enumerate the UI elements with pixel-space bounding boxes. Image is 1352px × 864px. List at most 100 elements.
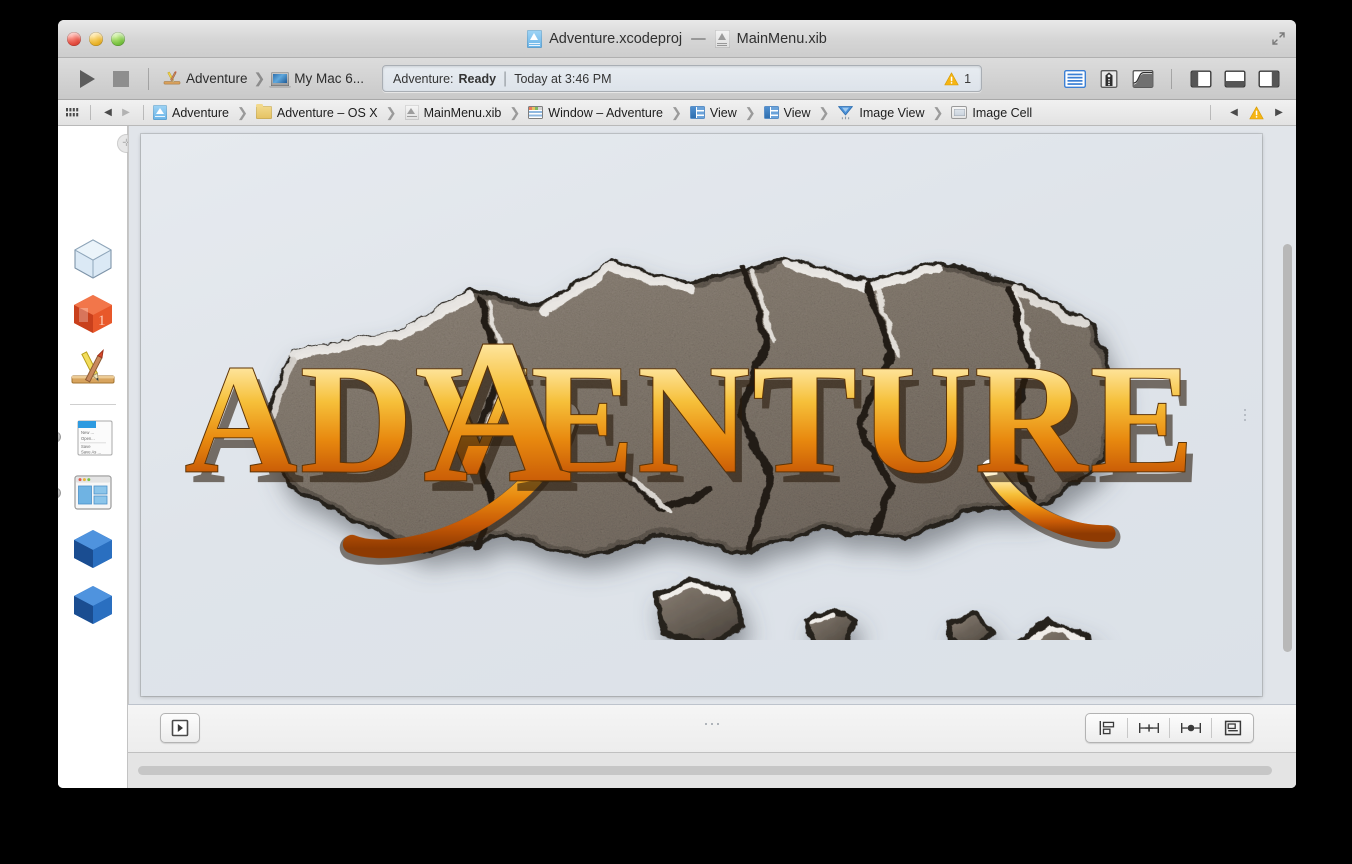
toolbar-divider — [148, 67, 149, 90]
mac-destination-icon — [269, 71, 292, 88]
xib-file-icon — [714, 29, 730, 48]
run-button[interactable] — [70, 65, 104, 93]
auto-layout-toolbar — [1085, 713, 1254, 743]
canvas-column: ADVENTURE ADVENTURE A A — [128, 126, 1296, 788]
play-icon — [79, 69, 95, 88]
align-button[interactable] — [1086, 714, 1127, 742]
vertical-scrollbar[interactable] — [1283, 244, 1292, 652]
dock-item-object-1[interactable] — [67, 521, 119, 577]
orange-cube-icon: 1 — [69, 290, 117, 338]
stop-button[interactable] — [104, 65, 138, 93]
toggle-debug-area-button[interactable] — [1219, 67, 1250, 91]
close-button[interactable] — [67, 31, 81, 46]
window-icon — [69, 472, 117, 514]
xcode-hammer-icon — [163, 70, 181, 88]
dock-item-files-owner[interactable] — [67, 230, 119, 286]
breadcrumb-label: Adventure — [172, 105, 229, 120]
fullscreen-icon[interactable] — [1271, 31, 1286, 46]
resize-icon — [1224, 720, 1241, 736]
ib-object-dock: ✛ 1 New ... Open... Save Save As ... — [58, 126, 136, 788]
window-title-file: MainMenu.xib — [736, 30, 827, 47]
dock-item-application[interactable] — [67, 342, 119, 398]
dock-connection-dot[interactable] — [58, 432, 60, 442]
view-icon — [763, 106, 779, 119]
status-separator: | — [503, 69, 508, 87]
blue-cube-icon — [69, 581, 117, 629]
document-outline-toggle-button[interactable] — [160, 713, 200, 743]
status-warning-count: 1 — [964, 71, 972, 86]
canvas-divider-dots[interactable] — [705, 723, 719, 725]
view-toggle-group — [1185, 67, 1284, 91]
dock-item-window[interactable] — [58, 465, 119, 521]
scheme-project-label: Adventure — [186, 71, 248, 86]
activity-status-view[interactable]: Adventure: Ready | Today at 3:46 PM 1 — [382, 65, 983, 92]
back-button[interactable]: ◀ — [99, 107, 117, 118]
window-icon — [528, 106, 544, 119]
pin-button[interactable] — [1128, 714, 1169, 742]
forward-button[interactable]: ▶ — [117, 107, 135, 118]
resizing-behavior-button[interactable] — [1212, 714, 1253, 742]
canvas-surface[interactable]: ADVENTURE ADVENTURE A A — [141, 134, 1262, 696]
jumpbar-divider-2 — [143, 105, 144, 120]
menu-icon: New ... Open... Save Save As ... — [69, 414, 117, 460]
window-title-dash: — — [691, 30, 706, 47]
svg-text:1: 1 — [98, 313, 106, 329]
standard-editor-button[interactable] — [1059, 67, 1090, 91]
status-prefix: Adventure: — [393, 71, 454, 86]
related-items-icon[interactable] — [66, 107, 80, 119]
breadcrumb-item-window[interactable]: Window – Adventure — [527, 106, 664, 120]
breadcrumb-item-view-1[interactable]: View — [689, 106, 738, 120]
breadcrumb-item-xib[interactable]: MainMenu.xib — [404, 105, 503, 120]
dock-item-main-menu[interactable]: New ... Open... Save Save As ... — [58, 409, 119, 465]
breadcrumb-item-image-cell[interactable]: Image Cell — [950, 106, 1033, 120]
version-editor-button[interactable] — [1127, 67, 1158, 91]
folder-icon — [255, 103, 272, 119]
image-cell-icon — [951, 106, 968, 119]
breadcrumb-item-project[interactable]: Adventure — [152, 105, 230, 120]
breadcrumb-item-image-view[interactable]: Image View — [836, 105, 925, 120]
jumpbar-divider-3 — [1210, 105, 1211, 120]
next-issue-button[interactable]: ▶ — [1270, 107, 1288, 118]
stop-icon — [113, 70, 129, 87]
minimize-button[interactable] — [89, 31, 103, 46]
scheme-destination-label: My Mac 6... — [294, 71, 365, 86]
breadcrumb-label: Image Cell — [972, 105, 1033, 120]
view-icon — [689, 106, 705, 119]
dock-item-object-2[interactable] — [67, 577, 119, 633]
status-timestamp: Today at 3:46 PM — [514, 71, 612, 86]
resolve-issues-button[interactable] — [1170, 714, 1211, 742]
breadcrumb-label: Window – Adventure — [548, 105, 663, 120]
editor-body: ✛ 1 New ... Open... Save Save As ... ADV… — [58, 126, 1296, 788]
breadcrumb: Adventure ❯ Adventure – OS X ❯ MainMenu.… — [152, 103, 1033, 121]
toggle-utilities-button[interactable] — [1253, 67, 1284, 91]
jump-bar: ◀ ▶ Adventure ❯ Adventure – OS X ❯ MainM… — [58, 100, 1296, 126]
breadcrumb-item-view-2[interactable]: View — [763, 106, 812, 120]
canvas-resize-dots[interactable] — [1244, 409, 1246, 421]
xcode-tools-icon — [69, 346, 117, 394]
chevron-right-icon: ❯ — [253, 70, 266, 86]
toggle-navigator-button[interactable] — [1185, 67, 1216, 91]
horizontal-scrollbar[interactable] — [138, 766, 1286, 775]
assistant-editor-button[interactable] — [1093, 67, 1124, 91]
dock-connection-dot[interactable] — [58, 488, 60, 498]
image-view-icon — [837, 105, 854, 120]
project-icon — [153, 105, 167, 120]
show-outline-icon — [171, 719, 189, 737]
breadcrumb-label: View — [709, 105, 737, 120]
adventure-logo[interactable]: ADVENTURE ADVENTURE A A — [175, 179, 1206, 640]
project-file-icon — [527, 29, 543, 48]
blue-cube-icon — [69, 525, 117, 573]
vertical-scrollbar-thumb[interactable] — [1283, 244, 1292, 652]
zoom-button[interactable] — [111, 31, 125, 46]
adventure-logo-artwork: ADVENTURE ADVENTURE A A — [183, 256, 1201, 640]
previous-issue-button[interactable]: ◀ — [1225, 107, 1243, 118]
svg-text:New ...: New ... — [81, 430, 94, 435]
horizontal-scrollbar-thumb[interactable] — [138, 766, 1272, 775]
scheme-selector[interactable]: Adventure ❯ My Mac 6... — [159, 68, 368, 90]
status-warning-group[interactable]: 1 — [944, 72, 971, 86]
breadcrumb-separator: ❯ — [744, 104, 756, 120]
dock-item-first-responder[interactable]: 1 — [67, 286, 119, 342]
ib-canvas[interactable]: ADVENTURE ADVENTURE A A — [128, 126, 1296, 704]
breadcrumb-item-group[interactable]: Adventure – OS X — [255, 103, 379, 120]
xcode-window: Adventure.xcodeproj — MainMenu.xib Adven… — [58, 20, 1296, 788]
